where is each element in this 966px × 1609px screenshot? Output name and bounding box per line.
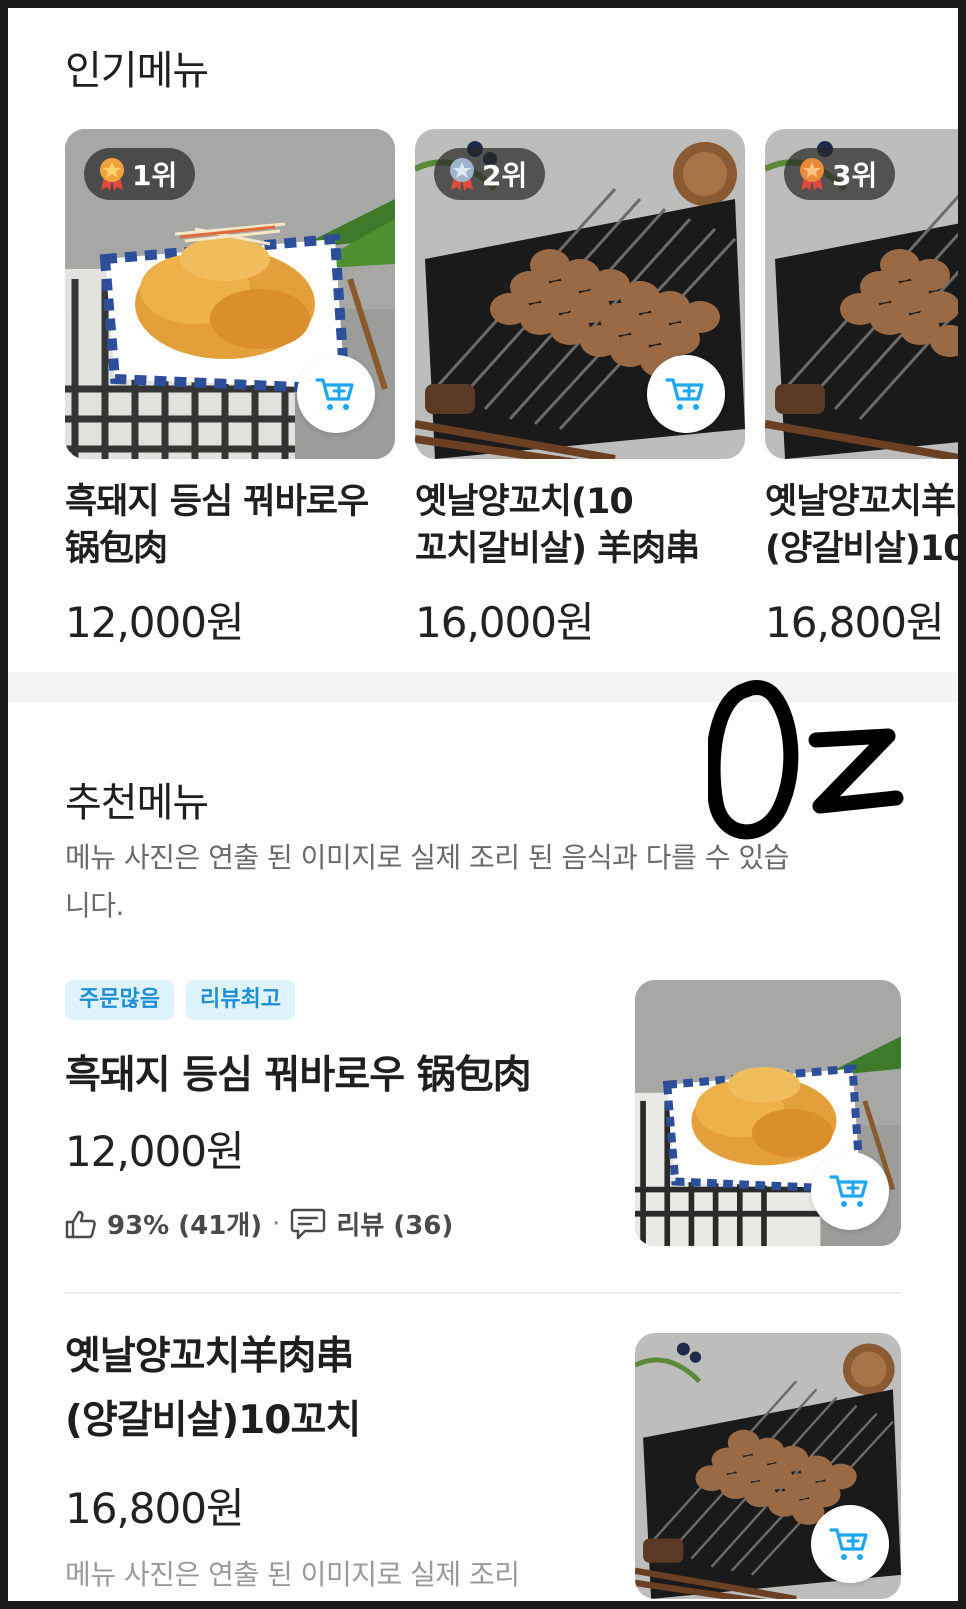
rank-badge: 3위 [784,148,896,200]
popular-item-card[interactable]: 1위 흑돼지 등심 꿔바로우 锅包肉 12,000원 [65,129,395,649]
cart-plus-icon [665,378,704,410]
photo-notice: 메뉴 사진은 연출 된 이미지로 실제 조리 된 음식과 다를 수 있습니다. [65,841,789,922]
review-stat: 리뷰 (36) [336,1211,454,1241]
menu-item-name: 옛날양꼬치羊肉串 (양갈비살)10꼬치 [765,482,958,569]
food-image[interactable] [635,1333,901,1599]
rank-label: 1위 [132,159,178,192]
food-image[interactable]: 3위 [765,129,958,459]
add-to-cart-button[interactable] [811,1152,889,1230]
menu-item-name: 옛날양꼬치(10 꼬치갈비살) 羊肉串 [415,482,700,569]
food-image[interactable] [635,980,901,1246]
menu-item-price: 16,800원 [765,598,945,647]
tag-badge: 리뷰최고 [185,980,295,1020]
cart-plus-icon [829,1175,868,1207]
meta-separator: · [272,1208,281,1239]
rank-badge: 1위 [84,148,196,200]
menu-item-price: 12,000원 [65,598,245,647]
item-divider [65,1292,901,1294]
medal-icon [450,158,474,191]
tag-badge: 주문많음 [65,980,174,1020]
popular-menu-title: 인기메뉴 [65,48,209,94]
medal-icon [800,158,824,191]
rank-label: 2위 [482,159,528,192]
like-stat: 93% (41개) [107,1211,263,1241]
add-to-cart-button[interactable] [297,355,375,433]
food-image[interactable]: 2위 [415,129,745,459]
chat-bubble-icon [291,1208,326,1239]
add-to-cart-button[interactable] [647,355,725,433]
menu-item-name: 흑돼지 등심 꿔바로우 锅包肉 [65,482,369,569]
food-image[interactable]: 1위 [65,129,395,459]
handwritten-watermark: Oz [708,680,904,840]
recommended-menu-item[interactable]: 옛날양꼬치羊肉串 (양갈비살)10꼬치 16,800원 메뉴 사진은 연출 된 … [65,1325,901,1601]
menu-item-description: 메뉴 사진은 연출 된 이미지로 실제 조리 된 음식과 다를 수 있습니다. [65,1558,520,1591]
recommended-menu-title: 추천메뉴 [65,780,209,826]
add-to-cart-button[interactable] [811,1505,889,1583]
rank-label: 3위 [832,159,878,192]
cart-plus-icon [829,1528,868,1560]
rank-badge: 2위 [434,148,546,200]
recommended-menu-item[interactable]: 주문많음 리뷰최고 흑돼지 등심 꿔바로우 锅包肉 12,000원 93% (4… [65,980,901,1280]
menu-item-price: 16,000원 [415,598,595,647]
popular-item-card[interactable]: 3위 옛날양꼬치羊肉串 (양갈비살)10꼬치 16,800원 [765,129,958,649]
thumbs-up-icon [65,1210,96,1238]
medal-icon [100,158,124,191]
popular-menu-carousel[interactable]: 1위 흑돼지 등심 꿔바로우 锅包肉 12,000원 2위 옛날양꼬치(10 꼬… [65,129,958,649]
popular-item-card[interactable]: 2위 옛날양꼬치(10 꼬치갈비살) 羊肉串 16,000원 [415,129,745,649]
cart-plus-icon [315,378,354,410]
app-screen: 인기메뉴 1위 흑돼지 등심 꿔바로우 锅包肉 12,000원 2위 옛날양꼬치… [8,8,958,1601]
